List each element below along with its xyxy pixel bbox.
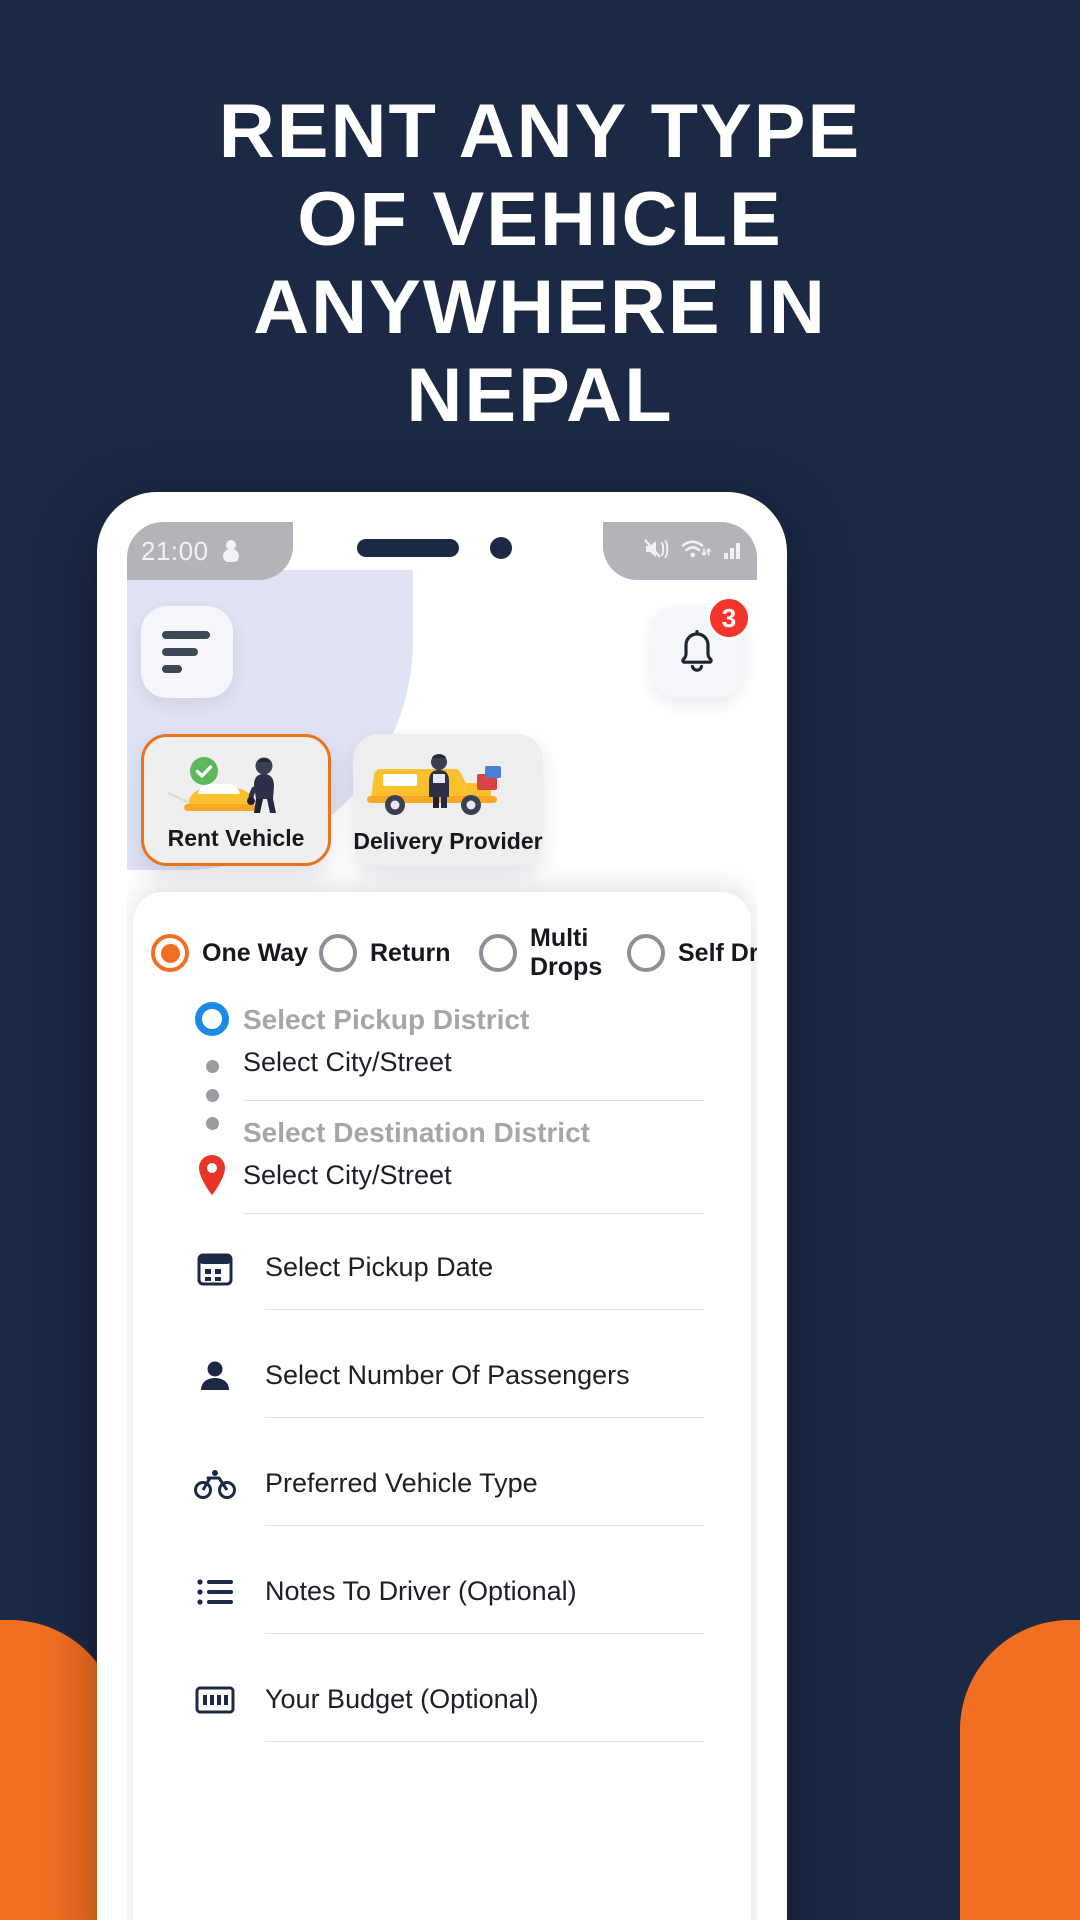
passengers-row[interactable]: Select Number Of Passengers <box>133 1322 751 1430</box>
alarm-icon <box>221 538 241 564</box>
booking-form-card: One Way Return Multi Drops Self Drive <box>133 892 757 1920</box>
passengers-text: Select Number Of Passengers <box>265 1360 630 1390</box>
app-bar: 3 <box>127 596 757 720</box>
phone-screen: 21:00 3 Rent Vehicle Delivery Provider O… <box>127 522 757 1920</box>
pickup-date-field[interactable]: Select Pickup Date <box>265 1226 705 1310</box>
radio-icon[interactable] <box>627 934 665 972</box>
budget-row[interactable]: Your Budget (Optional) <box>133 1646 751 1754</box>
delivery-truck-icon <box>353 746 543 820</box>
phone-mockup: 21:00 3 Rent Vehicle Delivery Provider O… <box>97 492 787 1920</box>
trip-type-label: One Way <box>202 938 309 967</box>
pickup-city-input[interactable]: Select City/Street <box>243 1040 705 1084</box>
trip-type-self-drive[interactable]: Self Drive <box>627 934 757 972</box>
wifi-icon <box>681 537 711 566</box>
pickup-date-text: Select Pickup Date <box>265 1252 494 1282</box>
circle-marker-icon <box>195 1002 229 1036</box>
service-type-cards: Rent Vehicle Delivery Provider <box>127 734 757 874</box>
calendar-icon <box>187 1249 243 1287</box>
notification-bell-icon[interactable]: 3 <box>651 596 751 698</box>
menu-line-2 <box>162 648 198 656</box>
vehicle-type-row[interactable]: Preferred Vehicle Type <box>133 1430 751 1538</box>
headline-line-3: ANYWHERE IN <box>253 265 827 350</box>
trip-type-label: Multi Drops <box>530 924 603 981</box>
trip-type-label: Return <box>370 938 451 967</box>
passengers-field[interactable]: Select Number Of Passengers <box>265 1334 705 1418</box>
notes-field[interactable]: Notes To Driver (Optional) <box>265 1550 705 1634</box>
service-card-rent-vehicle[interactable]: Rent Vehicle <box>141 734 331 866</box>
radio-icon[interactable] <box>479 934 517 972</box>
pickup-group: Select Pickup District Select City/Stree… <box>243 988 705 1101</box>
map-pin-icon <box>196 1154 228 1196</box>
trip-type-return[interactable]: Return <box>319 934 479 972</box>
status-bar-right <box>603 522 757 580</box>
front-camera <box>490 537 512 559</box>
destination-district-input[interactable]: Select Destination District <box>243 1113 705 1153</box>
trip-type-label: Self Drive <box>678 938 757 967</box>
notes-text: Notes To Driver (Optional) <box>265 1576 577 1606</box>
notification-badge: 3 <box>707 596 751 640</box>
status-time: 21:00 <box>141 535 209 566</box>
car-person-icon <box>144 749 328 823</box>
pickup-district-input[interactable]: Select Pickup District <box>243 1000 705 1040</box>
vehicle-type-field[interactable]: Preferred Vehicle Type <box>265 1442 705 1526</box>
list-icon <box>187 1577 243 1607</box>
signal-icon <box>723 538 743 565</box>
person-icon <box>187 1357 243 1395</box>
pickup-date-row[interactable]: Select Pickup Date <box>133 1214 751 1322</box>
service-card-label: Rent Vehicle <box>167 825 305 851</box>
route-rail <box>187 1002 237 1196</box>
service-card-label: Delivery Provider <box>353 828 543 854</box>
trip-type-radio-group: One Way Return Multi Drops Self Drive <box>133 918 757 988</box>
decorative-corner-right <box>960 1620 1080 1920</box>
service-card-delivery-provider[interactable]: Delivery Provider <box>353 734 543 866</box>
headline-line-2: OF VEHICLE <box>297 177 783 262</box>
hamburger-menu-icon[interactable] <box>141 606 233 698</box>
radio-icon[interactable] <box>319 934 357 972</box>
notes-row[interactable]: Notes To Driver (Optional) <box>133 1538 751 1646</box>
notch-speaker <box>356 539 459 557</box>
route-section: Select Pickup District Select City/Stree… <box>133 988 751 1214</box>
mute-icon <box>643 537 669 566</box>
status-bar-left: 21:00 <box>127 522 293 580</box>
menu-line-3 <box>162 665 182 673</box>
trip-type-multi-drops[interactable]: Multi Drops <box>479 924 627 982</box>
money-icon <box>187 1685 243 1715</box>
vehicle-type-text: Preferred Vehicle Type <box>265 1468 538 1498</box>
destination-city-input[interactable]: Select City/Street <box>243 1153 705 1197</box>
bicycle-icon <box>187 1468 243 1500</box>
route-dots <box>205 1036 219 1154</box>
budget-field[interactable]: Your Budget (Optional) <box>265 1658 705 1742</box>
budget-text: Your Budget (Optional) <box>265 1684 539 1714</box>
headline-line-1: RENT ANY TYPE <box>218 89 862 174</box>
headline: RENT ANY TYPE OF VEHICLE ANYWHERE IN NEP… <box>0 88 1080 440</box>
radio-icon-selected[interactable] <box>151 934 189 972</box>
menu-line-1 <box>162 631 210 639</box>
headline-line-4: NEPAL <box>406 353 674 438</box>
destination-group: Select Destination District Select City/… <box>243 1101 705 1214</box>
trip-type-one-way[interactable]: One Way <box>151 934 319 972</box>
